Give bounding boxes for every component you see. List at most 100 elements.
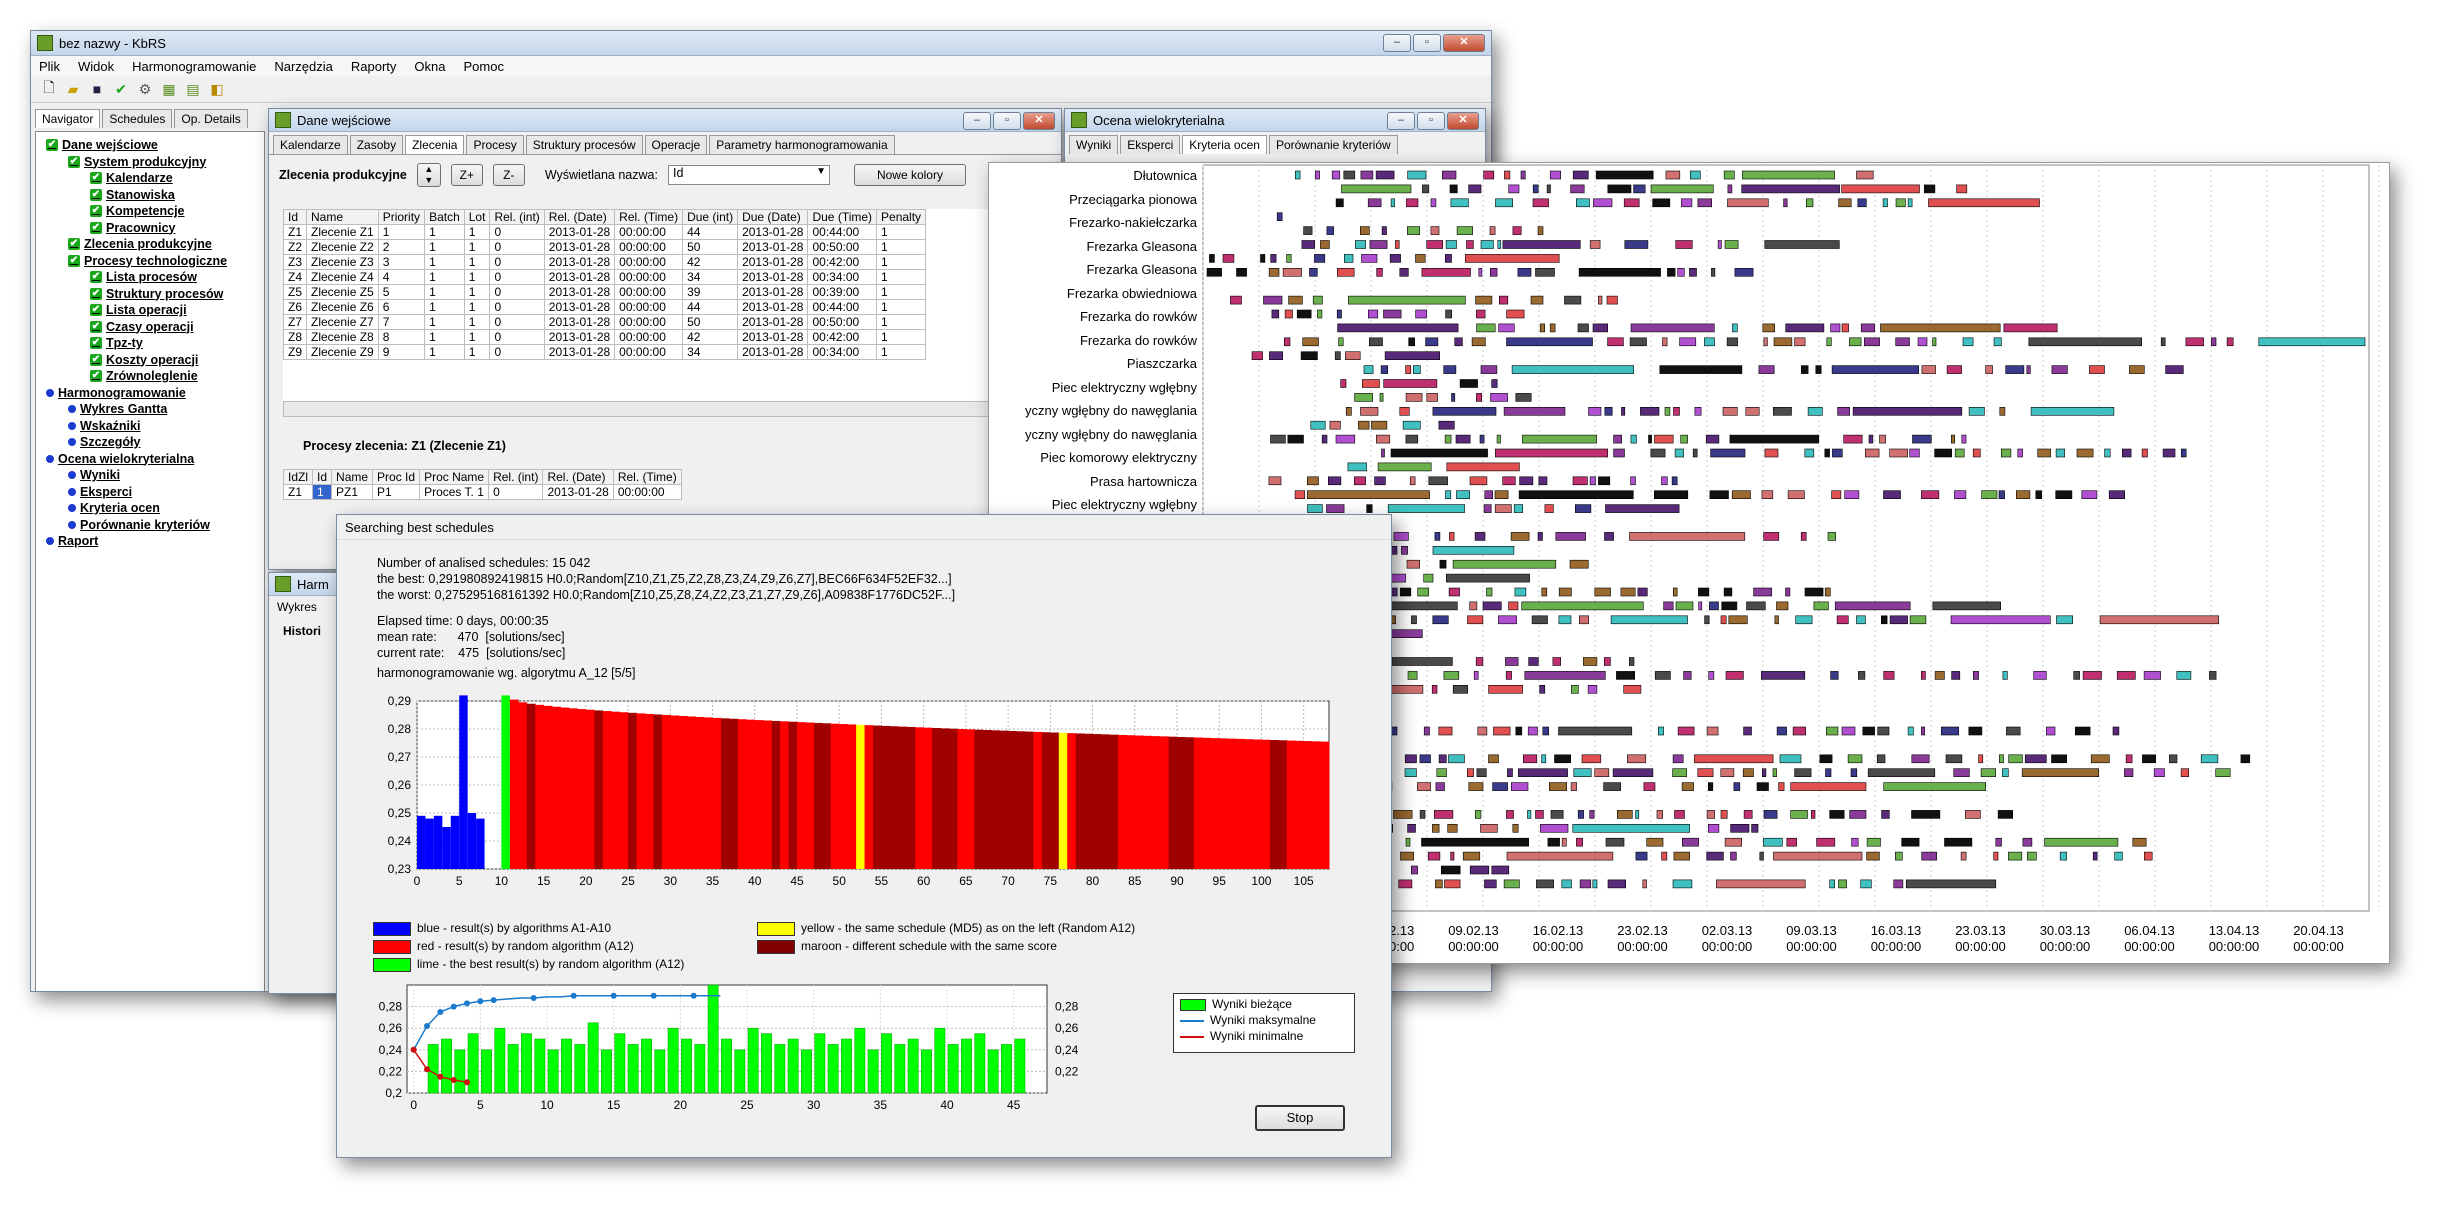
gantt-bar[interactable] <box>2006 726 2021 736</box>
gantt-bar[interactable] <box>1576 837 1583 847</box>
gantt-bar[interactable] <box>1540 823 1569 833</box>
gantt-bar[interactable] <box>1834 601 1911 611</box>
gantt-bar[interactable] <box>1742 170 1835 180</box>
column-header[interactable]: Rel. (Date) <box>543 209 616 225</box>
gantt-bar[interactable] <box>1503 879 1520 889</box>
gantt-bar[interactable] <box>1653 490 1689 500</box>
gantt-bar[interactable] <box>1656 810 1663 819</box>
gantt-bar[interactable] <box>1921 490 1940 500</box>
gantt-bar[interactable] <box>2076 448 2094 458</box>
gantt-bar[interactable] <box>1665 170 1681 180</box>
gantt-bar[interactable] <box>1393 532 1409 541</box>
gantt-bar[interactable] <box>1912 434 1932 444</box>
gantt-bar[interactable] <box>1741 184 1840 194</box>
column-header[interactable]: Lot <box>463 209 491 225</box>
gantt-bar[interactable] <box>2005 365 2025 374</box>
gantt-bar[interactable] <box>1610 615 1688 625</box>
gantt-bar[interactable] <box>1510 782 1529 791</box>
gantt-bar[interactable] <box>1538 476 1548 486</box>
gantt-bar[interactable] <box>1852 407 1963 416</box>
gantt-bar[interactable] <box>1934 671 1945 680</box>
gantt-bar[interactable] <box>1474 532 1486 541</box>
gantt-bar[interactable] <box>1759 851 1764 861</box>
gantt-bar[interactable] <box>1677 268 1685 277</box>
gantt-bar[interactable] <box>1763 810 1778 819</box>
gantt-bar[interactable] <box>1709 601 1719 611</box>
gantt-bar[interactable] <box>1268 268 1280 277</box>
gantt-bar[interactable] <box>1867 768 1936 778</box>
gantt-bar[interactable] <box>1327 476 1342 486</box>
gantt-bar[interactable] <box>1466 240 1474 249</box>
gantt-bar[interactable] <box>1360 170 1374 180</box>
gantt-bar[interactable] <box>1921 365 1936 374</box>
gantt-bar[interactable] <box>2153 768 2165 778</box>
gantt-bar[interactable] <box>1488 754 1499 764</box>
gantt-bar[interactable] <box>1697 768 1714 778</box>
gantt-bar[interactable] <box>1920 671 1926 680</box>
gantt-bar[interactable] <box>1404 768 1417 778</box>
gantt-bar[interactable] <box>2002 768 2009 778</box>
gantt-bar[interactable] <box>1706 851 1724 861</box>
gantt-bar[interactable] <box>1677 726 1695 736</box>
column-header[interactable]: Name <box>331 469 374 485</box>
gantt-bar[interactable] <box>1402 420 1421 430</box>
gantt-bar[interactable] <box>1548 782 1567 791</box>
gantt-bar[interactable] <box>1284 309 1293 319</box>
gantt-bar[interactable] <box>1844 490 1860 500</box>
gantt-bar[interactable] <box>1498 323 1515 333</box>
gantt-bar[interactable] <box>1704 337 1715 347</box>
gantt-bar[interactable] <box>1443 365 1457 374</box>
gantt-bar[interactable] <box>1314 170 1320 180</box>
gantt-bar[interactable] <box>1549 323 1556 333</box>
gantt-bar[interactable] <box>1923 184 1936 194</box>
gantt-bar[interactable] <box>1944 837 1973 847</box>
gantt-bar[interactable] <box>1433 810 1454 819</box>
gantt-bar[interactable] <box>1995 837 2002 847</box>
gantt-bar[interactable] <box>1857 671 1866 680</box>
maximize-button[interactable]: ▫ <box>1413 34 1441 52</box>
gantt-bar[interactable] <box>1968 407 1985 416</box>
gantt-bar[interactable] <box>1841 726 1856 736</box>
gantt-bar[interactable] <box>1763 532 1780 541</box>
minimize-button[interactable]: – <box>1383 34 1411 52</box>
tree-item[interactable]: ✔ Zlecenia produkcyjne <box>68 237 212 251</box>
gantt-bar[interactable] <box>2000 448 2012 458</box>
gantt-bar[interactable] <box>1443 671 1460 680</box>
gantt-bar[interactable] <box>1317 309 1323 319</box>
gantt-bar[interactable] <box>1999 407 2006 416</box>
gantt-bar[interactable] <box>1708 671 1715 680</box>
gantt-bar[interactable] <box>1541 754 1547 764</box>
tab-eksperci[interactable]: Eksperci <box>1120 135 1181 154</box>
gantt-bar[interactable] <box>1263 295 1283 305</box>
gantt-bar[interactable] <box>1764 448 1779 458</box>
gantt-bar[interactable] <box>1838 198 1852 208</box>
gantt-bar[interactable] <box>1876 754 1886 764</box>
gantt-bar[interactable] <box>1368 337 1383 347</box>
gantt-bar[interactable] <box>1804 448 1815 458</box>
column-header[interactable]: Rel. (Date) <box>542 469 614 485</box>
gantt-bar[interactable] <box>1498 295 1509 305</box>
gantt-bar[interactable] <box>1474 810 1482 819</box>
gantt-bar[interactable] <box>1726 337 1738 347</box>
gantt-bar[interactable] <box>1964 810 1981 819</box>
gantt-bar[interactable] <box>1838 879 1847 889</box>
tab-procesy[interactable]: Procesy <box>466 135 524 154</box>
gantt-bar[interactable] <box>1807 407 1823 416</box>
tree-item[interactable]: ✔ Tpz-ty <box>90 336 143 350</box>
gantt-bar[interactable] <box>1306 476 1319 486</box>
gantt-bar[interactable] <box>1535 268 1555 277</box>
table-row[interactable]: Z6 Zlecenie Z6 6 1 1 0 2013-01-28 00:00:00 44 201… <box>283 299 927 315</box>
gantt-bar[interactable] <box>1795 615 1813 625</box>
gantt-bar[interactable] <box>1361 379 1380 388</box>
gantt-bar[interactable] <box>1558 587 1572 597</box>
gantt-bar[interactable] <box>1251 351 1263 360</box>
save-icon[interactable]: ■ <box>87 79 107 99</box>
gantt-bar[interactable] <box>1578 615 1589 625</box>
gantt-bar[interactable] <box>1387 504 1465 513</box>
gantt-bar[interactable] <box>1510 532 1530 541</box>
gantt-bar[interactable] <box>1336 309 1342 319</box>
gantt-bar[interactable] <box>1432 407 1497 416</box>
gantt-bar[interactable] <box>1398 879 1413 889</box>
gantt-bar[interactable] <box>1909 615 1927 625</box>
gantt-bar[interactable] <box>1476 323 1496 333</box>
